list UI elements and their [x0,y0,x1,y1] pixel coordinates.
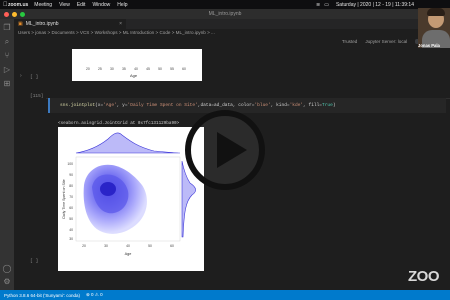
activity-bar: ❐ ⌕ ⑂ ▷ ⊞ ◯ ⚙ [0,19,14,290]
tick-label: 55 [170,67,174,71]
menu-item-meeting[interactable]: Meeting [34,2,52,8]
x-tick-label: 20 [82,244,86,248]
code-text: ,data=ad_data, color= [197,103,255,108]
play-icon[interactable] [217,132,247,168]
window-title-bar: ML_intro.ipynb [0,9,450,19]
tick-label: 35 [122,67,126,71]
tick-label: 45 [146,67,150,71]
code-string: 'kde' [289,103,304,108]
y-tick-label: 90 [69,173,73,177]
y-axis-label: Daily Time Spent on Site [62,179,66,218]
tick-label: 50 [158,67,162,71]
collapse-output-icon[interactable]: › [20,73,22,79]
menu-item-help[interactable]: Help [117,2,127,8]
code-cell-prompt: [115] [30,94,44,99]
notebook-toolbar: Trusted Jupyter Server: local Python 3.8… [14,37,450,47]
x-axis-label: Age [125,252,132,256]
x-tick-label: 30 [104,244,108,248]
notebook-icon: ▣ [18,21,23,27]
extensions-icon[interactable]: ⊞ [2,79,12,89]
previous-plot-xlabel: Age [130,73,138,78]
kde-peak-contour [100,182,116,196]
jointplot-svg: 100 90 80 70 60 50 40 30 20 30 40 50 60 … [62,132,196,256]
top-marginal-density [75,132,181,154]
wifi-icon[interactable]: ≋ [316,2,320,8]
code-string: 'Age' [103,103,117,108]
tab-ml-intro[interactable]: ▣ ML_intro.ipynb × [14,19,126,29]
problems-status[interactable]: ⊗ 0 ⚠ 0 [86,292,103,298]
code-function: sns.jointplot [60,103,96,108]
tab-label: ML_intro.ipynb [25,21,59,27]
run-debug-icon[interactable]: ▷ [2,65,12,75]
menu-status-area: ≋ ▭ Saturday | 2020 | 12 - 19 | 11:39:14 [316,2,414,8]
tick-label: 30 [110,67,114,71]
menu-item-view[interactable]: View [59,2,70,8]
code-line[interactable]: sns.jointplot(x='Age', y='Daily Time Spe… [60,103,336,108]
gear-icon[interactable]: ⚙ [2,277,12,287]
tick-label: 20 [86,67,90,71]
python-interpreter-status[interactable]: Python 3.8.6 64-bit ('Sunyami': conda) [4,293,80,298]
y-tick-label: 100 [67,162,73,166]
explorer-icon[interactable]: ❐ [2,23,12,33]
menu-app-name[interactable]: zoom.us [8,2,28,8]
y-tick-label: 80 [69,184,73,188]
code-text: ) [332,103,336,108]
status-bar: Python 3.8.6 64-bit ('Sunyami': conda) ⊗… [0,290,450,300]
video-play-overlay[interactable] [185,110,265,190]
trusted-indicator[interactable]: Trusted [342,39,357,44]
server-indicator[interactable]: Jupyter Server: local [365,39,407,44]
x-tick-label: 50 [148,244,152,248]
menu-item-window[interactable]: Window [92,2,110,8]
y-tick-label: 40 [69,228,73,232]
y-tick-label: 70 [69,195,73,199]
previous-plot-ticks: 20 25 30 35 40 45 50 55 60 [86,67,186,71]
source-control-icon[interactable]: ⑂ [2,51,12,61]
y-tick-label: 60 [69,206,73,210]
code-keyword: True [322,103,333,108]
menu-datetime[interactable]: Saturday | 2020 | 12 - 19 | 11:39:14 [336,2,414,8]
battery-icon[interactable]: ▭ [324,2,329,8]
cell-output-text: <seaborn.axisgrid.JointGrid at 0x7fc1311… [58,121,180,126]
tick-label: 25 [98,67,102,71]
code-cell[interactable]: sns.jointplot(x='Age', y='Daily Time Spe… [48,98,446,113]
webcam-name: Jonas Pala [418,43,440,48]
menu-bar:  zoom.us Meeting View Edit Window Help … [0,0,450,9]
bottom-cell-prompt: [ ] [30,259,39,264]
tab-bar: ▣ ML_intro.ipynb × [14,19,450,29]
tick-label: 40 [134,67,138,71]
window-title: ML_intro.ipynb [208,11,242,17]
code-string: 'Daily Time Spent on Site' [127,103,198,108]
code-text: (x= [95,103,104,108]
empty-cell-prompt: [ ] [30,75,39,80]
x-tick-label: 60 [170,244,174,248]
close-icon[interactable]: × [119,21,122,27]
webcam-thumbnail: Jonas Pala [418,8,450,48]
menu-item-edit[interactable]: Edit [77,2,86,8]
search-icon[interactable]: ⌕ [2,37,12,47]
y-tick-label: 30 [69,237,73,241]
jointplot-output: 100 90 80 70 60 50 40 30 20 30 40 50 60 … [58,127,204,271]
code-text: , fill= [303,103,323,108]
code-text: , kind= [270,103,290,108]
zoom-logo: ZOO [408,268,440,285]
webcam-person-hair [427,8,445,16]
tick-label: 60 [182,67,186,71]
account-icon[interactable]: ◯ [2,264,12,274]
breadcrumb[interactable]: Users > jonas > Documents > VCS > Worksh… [18,30,215,35]
previous-plot-output: 20 25 30 35 40 45 50 55 60 Age [72,49,202,81]
code-text: , y= [116,103,128,108]
y-tick-label: 50 [69,217,73,221]
x-tick-label: 40 [126,244,130,248]
code-string: 'blue' [254,103,271,108]
